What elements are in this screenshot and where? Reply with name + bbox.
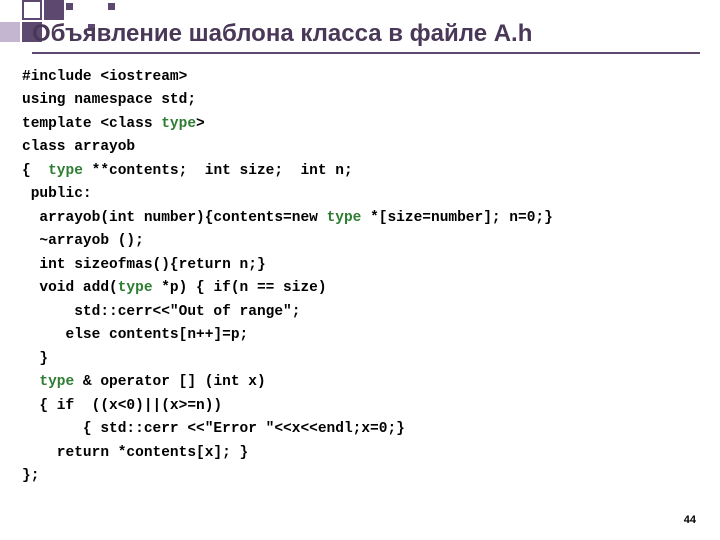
type-keyword: type: [39, 374, 74, 390]
deco-square: [108, 3, 115, 10]
code-line: return *contents[x]; }: [22, 442, 700, 465]
code-line: void add(type *p) { if(n == size): [22, 277, 700, 300]
code-line: { std::cerr <<"Error "<<x<<endl;x=0;}: [22, 418, 700, 441]
code-line: int sizeofmas(){return n;}: [22, 254, 700, 277]
type-keyword: type: [118, 280, 153, 296]
code-line: { if ((x<0)||(x>=n)): [22, 395, 700, 418]
deco-square: [66, 3, 73, 10]
code-line: { type **contents; int size; int n;: [22, 160, 700, 183]
type-keyword: type: [48, 163, 83, 179]
type-keyword: type: [327, 210, 362, 226]
code-block: #include <iostream> using namespace std;…: [22, 66, 700, 489]
code-line: else contents[n++]=p;: [22, 324, 700, 347]
slide-title: Объявление шаблона класса в файле A.h: [32, 20, 700, 54]
code-line: template <class type>: [22, 113, 700, 136]
code-line: ~arrayob ();: [22, 230, 700, 253]
code-line: std::cerr<<"Out of range";: [22, 301, 700, 324]
code-line: #include <iostream>: [22, 66, 700, 89]
code-line: }: [22, 348, 700, 371]
code-line: type & operator [] (int x): [22, 371, 700, 394]
page-number: 44: [684, 514, 696, 526]
deco-square: [44, 0, 64, 20]
deco-square: [22, 0, 42, 20]
code-line: public:: [22, 183, 700, 206]
type-keyword: type: [161, 116, 196, 132]
code-line: };: [22, 465, 700, 488]
code-line: arrayob(int number){contents=new type *[…: [22, 207, 700, 230]
deco-square: [0, 22, 20, 42]
code-line: using namespace std;: [22, 89, 700, 112]
code-line: class arrayob: [22, 136, 700, 159]
